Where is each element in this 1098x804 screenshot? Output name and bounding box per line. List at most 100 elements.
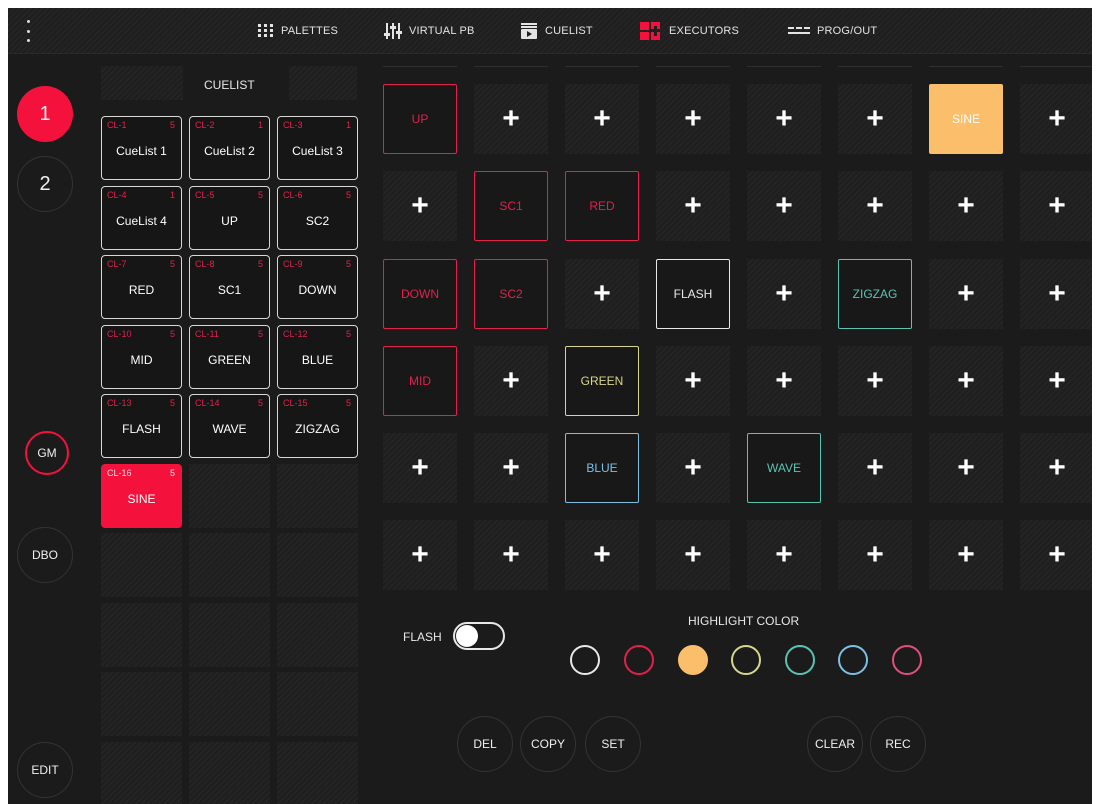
- cuelist-button[interactable]: CL-1 5 CueList 1: [101, 116, 182, 180]
- add-executor-button[interactable]: +: [838, 346, 912, 416]
- highlight-color-swatch[interactable]: [624, 645, 654, 675]
- executor-button[interactable]: WAVE: [747, 433, 821, 503]
- add-executor-button[interactable]: +: [565, 520, 639, 590]
- add-executor-button[interactable]: +: [747, 171, 821, 241]
- add-executor-button[interactable]: +: [1020, 346, 1092, 416]
- highlight-color-swatch[interactable]: [838, 645, 868, 675]
- cuelist-button[interactable]: CL-3 1 CueList 3: [277, 116, 358, 180]
- add-executor-button[interactable]: +: [747, 520, 821, 590]
- add-executor-button[interactable]: +: [838, 520, 912, 590]
- cuelist-empty-slot[interactable]: [101, 533, 182, 597]
- add-executor-button[interactable]: +: [474, 520, 548, 590]
- cuelist-button[interactable]: CL-4 1 CueList 4: [101, 186, 182, 250]
- add-executor-button[interactable]: +: [929, 346, 1003, 416]
- add-executor-button[interactable]: +: [747, 84, 821, 154]
- cuelist-button[interactable]: CL-10 5 MID: [101, 325, 182, 389]
- executor-button[interactable]: FLASH: [656, 259, 730, 329]
- cuelist-button[interactable]: CL-14 5 WAVE: [189, 394, 270, 458]
- cuelist-button[interactable]: CL-8 5 SC1: [189, 255, 270, 319]
- cuelist-button[interactable]: CL-12 5 BLUE: [277, 325, 358, 389]
- add-executor-button[interactable]: +: [383, 433, 457, 503]
- add-executor-button[interactable]: +: [656, 346, 730, 416]
- add-executor-button[interactable]: +: [656, 520, 730, 590]
- add-executor-button[interactable]: +: [838, 433, 912, 503]
- add-executor-button[interactable]: +: [383, 171, 457, 241]
- cuelist-button[interactable]: CL-5 5 UP: [189, 186, 270, 250]
- nav-prog-out[interactable]: PROG/OUT: [788, 20, 877, 42]
- add-executor-button[interactable]: +: [383, 520, 457, 590]
- highlight-color-swatch[interactable]: [785, 645, 815, 675]
- executor-button[interactable]: ZIGZAG: [838, 259, 912, 329]
- add-executor-button[interactable]: +: [1020, 433, 1092, 503]
- add-executor-button[interactable]: +: [929, 259, 1003, 329]
- cuelist-empty-slot[interactable]: [189, 672, 270, 736]
- cuelist-empty-slot[interactable]: [189, 742, 270, 804]
- set-button[interactable]: SET: [585, 716, 641, 772]
- cuelist-empty-slot[interactable]: [101, 672, 182, 736]
- clear-button[interactable]: CLEAR: [807, 716, 863, 772]
- nav-cuelist[interactable]: CUELIST: [520, 20, 593, 42]
- cuelist-empty-slot[interactable]: [189, 464, 270, 528]
- cuelist-empty-slot[interactable]: [101, 742, 182, 804]
- nav-virtual-pb[interactable]: VIRTUAL PB: [384, 20, 475, 42]
- executor-button[interactable]: DOWN: [383, 259, 457, 329]
- edit-button[interactable]: EDIT: [17, 742, 73, 798]
- del-button[interactable]: DEL: [457, 716, 513, 772]
- highlight-color-swatch[interactable]: [892, 645, 922, 675]
- cuelist-empty-slot[interactable]: [101, 603, 182, 667]
- gm-knob[interactable]: GM: [25, 431, 69, 475]
- add-executor-button[interactable]: +: [1020, 520, 1092, 590]
- menu-icon[interactable]: [22, 20, 34, 42]
- add-executor-button[interactable]: +: [656, 84, 730, 154]
- highlight-color-swatch[interactable]: [570, 645, 600, 675]
- page-1-button[interactable]: 1: [17, 86, 73, 142]
- add-executor-button[interactable]: +: [838, 84, 912, 154]
- dbo-button[interactable]: DBO: [17, 527, 73, 583]
- add-executor-button[interactable]: +: [1020, 259, 1092, 329]
- executor-button[interactable]: SINE: [929, 84, 1003, 154]
- executor-button[interactable]: MID: [383, 346, 457, 416]
- add-executor-button[interactable]: +: [474, 84, 548, 154]
- add-executor-button[interactable]: +: [474, 346, 548, 416]
- cuelist-empty-slot[interactable]: [277, 672, 358, 736]
- add-executor-button[interactable]: +: [565, 259, 639, 329]
- add-executor-button[interactable]: +: [747, 346, 821, 416]
- add-executor-button[interactable]: +: [1020, 171, 1092, 241]
- cuelist-empty-slot[interactable]: [189, 603, 270, 667]
- cuelist-button[interactable]: CL-7 5 RED: [101, 255, 182, 319]
- cuelist-button[interactable]: CL-13 5 FLASH: [101, 394, 182, 458]
- add-executor-button[interactable]: +: [929, 171, 1003, 241]
- highlight-color-swatch[interactable]: [731, 645, 761, 675]
- add-executor-button[interactable]: +: [838, 171, 912, 241]
- rec-button[interactable]: REC: [870, 716, 926, 772]
- cuelist-empty-slot[interactable]: [277, 603, 358, 667]
- copy-button[interactable]: COPY: [520, 716, 576, 772]
- executor-button[interactable]: SC2: [474, 259, 548, 329]
- executor-button[interactable]: SC1: [474, 171, 548, 241]
- add-executor-button[interactable]: +: [1020, 84, 1092, 154]
- executor-button[interactable]: UP: [383, 84, 457, 154]
- add-executor-button[interactable]: +: [656, 433, 730, 503]
- page-2-button[interactable]: 2: [17, 156, 73, 212]
- add-executor-button[interactable]: +: [474, 433, 548, 503]
- cuelist-empty-slot[interactable]: [277, 742, 358, 804]
- add-executor-button[interactable]: +: [565, 84, 639, 154]
- nav-palettes[interactable]: PALETTES: [258, 20, 338, 42]
- cuelist-button[interactable]: CL-9 5 DOWN: [277, 255, 358, 319]
- add-executor-button[interactable]: +: [929, 433, 1003, 503]
- cuelist-button[interactable]: CL-6 5 SC2: [277, 186, 358, 250]
- cuelist-empty-slot[interactable]: [189, 533, 270, 597]
- executor-button[interactable]: RED: [565, 171, 639, 241]
- cuelist-button[interactable]: CL-2 1 CueList 2: [189, 116, 270, 180]
- cuelist-button[interactable]: CL-15 5 ZIGZAG: [277, 394, 358, 458]
- add-executor-button[interactable]: +: [929, 520, 1003, 590]
- cuelist-button[interactable]: CL-16 5 SINE: [101, 464, 182, 528]
- executor-button[interactable]: GREEN: [565, 346, 639, 416]
- cuelist-empty-slot[interactable]: [277, 533, 358, 597]
- add-executor-button[interactable]: +: [747, 259, 821, 329]
- cuelist-button[interactable]: CL-11 5 GREEN: [189, 325, 270, 389]
- flash-toggle[interactable]: [453, 622, 505, 650]
- add-executor-button[interactable]: +: [656, 171, 730, 241]
- executor-button[interactable]: BLUE: [565, 433, 639, 503]
- nav-executors[interactable]: EXECUTORS: [640, 20, 739, 42]
